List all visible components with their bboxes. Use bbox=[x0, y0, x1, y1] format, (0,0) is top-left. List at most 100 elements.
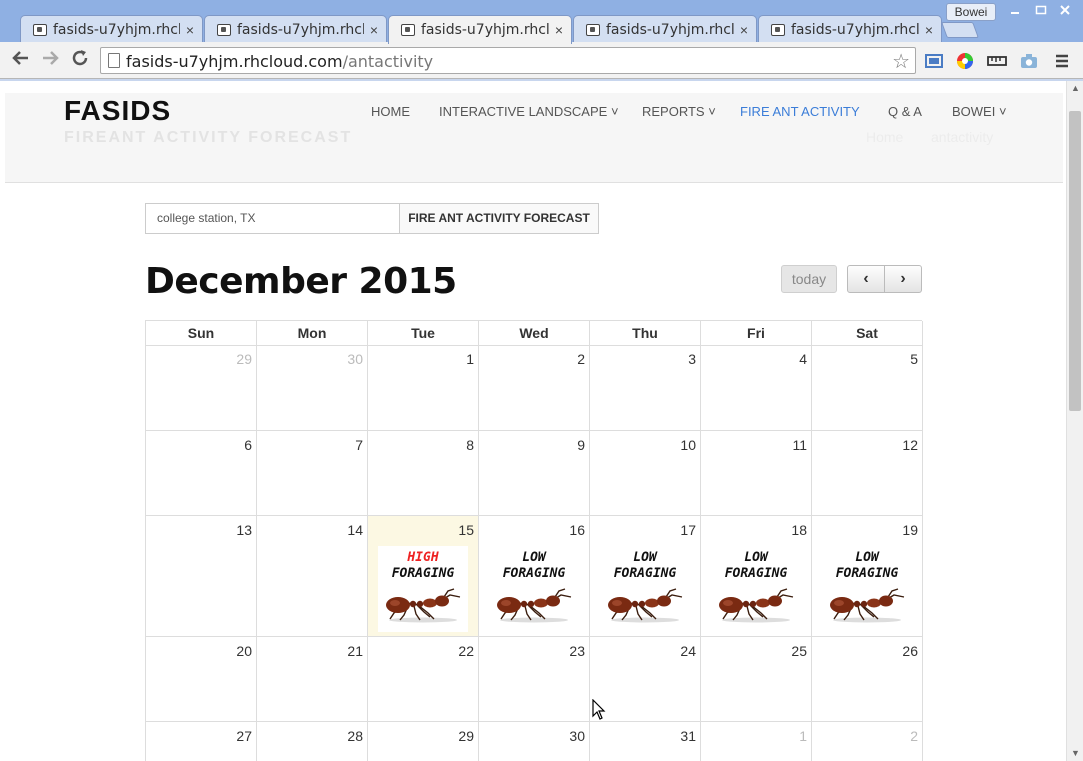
scroll-up-icon[interactable]: ▲ bbox=[1071, 83, 1080, 93]
tab-close-icon[interactable]: × bbox=[925, 22, 933, 38]
minimize-icon[interactable] bbox=[1004, 4, 1026, 21]
calendar-day[interactable]: 1 bbox=[701, 722, 812, 761]
calendar-day[interactable]: 28 bbox=[257, 722, 368, 761]
browser-tab-active[interactable]: fasids-u7yhjm.rhclo × bbox=[388, 15, 572, 44]
calendar-day[interactable]: 29 bbox=[368, 722, 479, 761]
tab-close-icon[interactable]: × bbox=[370, 22, 378, 38]
fire-ant-icon bbox=[830, 588, 905, 623]
calendar-day[interactable]: 20 bbox=[146, 637, 257, 722]
nav-home[interactable]: HOME bbox=[371, 104, 410, 119]
page-icon bbox=[108, 53, 120, 68]
today-button[interactable]: today bbox=[781, 265, 837, 293]
browser-tab-2[interactable]: fasids-u7yhjm.rhclo × bbox=[204, 15, 387, 43]
calendar-day[interactable]: 30 bbox=[479, 722, 590, 761]
next-month-button[interactable]: › bbox=[884, 265, 922, 293]
calendar-day[interactable]: 13 bbox=[146, 516, 257, 637]
nav-interactive-landscape[interactable]: INTERACTIVE LANDSCAPE ˅ bbox=[439, 104, 619, 119]
day-number: 5 bbox=[910, 351, 918, 367]
color-wheel-icon[interactable] bbox=[954, 50, 976, 72]
day-number: 2 bbox=[577, 351, 585, 367]
calendar-day[interactable]: 16 LOW FORAGING bbox=[479, 516, 590, 637]
calendar-day[interactable]: 2 bbox=[479, 345, 590, 431]
day-number: 1 bbox=[466, 351, 474, 367]
nav-qa[interactable]: Q & A bbox=[888, 104, 922, 119]
calendar-day[interactable]: 1 bbox=[368, 345, 479, 431]
calendar-day[interactable]: 19 LOW FORAGING bbox=[812, 516, 923, 637]
cast-icon[interactable] bbox=[923, 50, 945, 72]
calendar-day[interactable]: 2 bbox=[812, 722, 923, 761]
caret-down-icon: ˅ bbox=[607, 104, 619, 119]
menu-icon[interactable] bbox=[1051, 50, 1073, 72]
window-close-icon[interactable] bbox=[1054, 4, 1076, 21]
day-number: 17 bbox=[680, 522, 696, 538]
tab-title: fasids-u7yhjm.rhclo bbox=[791, 21, 919, 38]
weekday-label: Sat bbox=[812, 321, 923, 346]
forecast-button[interactable]: FIRE ANT ACTIVITY FORECAST bbox=[399, 203, 599, 234]
day-number: 24 bbox=[680, 643, 696, 659]
back-arrow-icon[interactable] bbox=[9, 48, 33, 72]
bookmark-star-icon[interactable]: ☆ bbox=[892, 49, 910, 74]
calendar-day[interactable]: 10 bbox=[590, 431, 701, 516]
maximize-icon[interactable] bbox=[1030, 4, 1052, 21]
breadcrumb-home[interactable]: Home bbox=[866, 129, 903, 145]
foraging-forecast-event[interactable]: LOW FORAGING bbox=[711, 546, 801, 632]
calendar-day[interactable]: 27 bbox=[146, 722, 257, 761]
calendar-day[interactable]: 6 bbox=[146, 431, 257, 516]
calendar-day[interactable]: 4 bbox=[701, 345, 812, 431]
calendar-day[interactable]: 12 bbox=[812, 431, 923, 516]
calendar-day[interactable]: 25 bbox=[701, 637, 812, 722]
nav-fire-ant-activity[interactable]: FIRE ANT ACTIVITY bbox=[740, 104, 860, 119]
reload-icon[interactable] bbox=[68, 48, 92, 72]
calendar-day[interactable]: 26 bbox=[812, 637, 923, 722]
calendar-day[interactable]: 29 bbox=[146, 345, 257, 431]
calendar-day[interactable]: 22 bbox=[368, 637, 479, 722]
calendar-day[interactable]: 7 bbox=[257, 431, 368, 516]
calendar-day[interactable]: 5 bbox=[812, 345, 923, 431]
site-logo[interactable]: FASIDS bbox=[64, 95, 171, 127]
scroll-thumb[interactable] bbox=[1069, 111, 1081, 411]
day-number: 25 bbox=[791, 643, 807, 659]
browser-tab-5[interactable]: fasids-u7yhjm.rhclo × bbox=[758, 15, 942, 43]
browser-tab-4[interactable]: fasids-u7yhjm.rhclo × bbox=[573, 15, 757, 43]
calendar-day-today[interactable]: 15 HIGH FORAGING bbox=[368, 516, 479, 637]
prev-month-button[interactable]: ‹ bbox=[847, 265, 885, 293]
camera-icon[interactable] bbox=[1018, 50, 1040, 72]
foraging-forecast-event[interactable]: LOW FORAGING bbox=[489, 546, 579, 632]
calendar-day[interactable]: 23 bbox=[479, 637, 590, 722]
calendar-day[interactable]: 21 bbox=[257, 637, 368, 722]
foraging-forecast-event[interactable]: HIGH FORAGING bbox=[378, 546, 468, 632]
calendar-day[interactable]: 30 bbox=[257, 345, 368, 431]
caret-down-icon: ˅ bbox=[995, 104, 1007, 119]
web-page: FASIDS FIREANT ACTIVITY FORECAST HOME IN… bbox=[0, 81, 1066, 761]
calendar-day[interactable]: 8 bbox=[368, 431, 479, 516]
nav-user-bowei[interactable]: BOWEI ˅ bbox=[952, 104, 1007, 119]
calendar-day[interactable]: 18 LOW FORAGING bbox=[701, 516, 812, 637]
calendar-day[interactable]: 17 LOW FORAGING bbox=[590, 516, 701, 637]
page-scrollbar[interactable]: ▲ ▼ bbox=[1066, 81, 1083, 761]
activity-text: FORAGING bbox=[391, 566, 455, 581]
nav-reports[interactable]: REPORTS ˅ bbox=[642, 104, 716, 119]
calendar-day[interactable]: 9 bbox=[479, 431, 590, 516]
new-tab-button[interactable] bbox=[941, 22, 979, 38]
location-input[interactable]: college station, TX bbox=[145, 203, 400, 234]
scroll-down-icon[interactable]: ▼ bbox=[1071, 748, 1080, 758]
foraging-forecast-event[interactable]: LOW FORAGING bbox=[600, 546, 690, 632]
day-number: 14 bbox=[347, 522, 363, 538]
profile-button[interactable]: Bowei bbox=[946, 3, 996, 21]
forward-arrow-icon[interactable] bbox=[38, 48, 62, 72]
tab-close-icon[interactable]: × bbox=[186, 22, 194, 38]
tab-close-icon[interactable]: × bbox=[740, 22, 748, 38]
tab-close-icon[interactable]: × bbox=[555, 22, 563, 38]
calendar-day[interactable]: 3 bbox=[590, 345, 701, 431]
activity-text: FORAGING bbox=[724, 566, 788, 581]
ruler-icon[interactable] bbox=[986, 50, 1008, 72]
calendar-day[interactable]: 14 bbox=[257, 516, 368, 637]
weekday-label: Sun bbox=[146, 321, 257, 346]
calendar-day[interactable]: 11 bbox=[701, 431, 812, 516]
calendar-day[interactable]: 24 bbox=[590, 637, 701, 722]
calendar-week-row: 29 30 1 2 3 4 5 bbox=[145, 345, 923, 431]
foraging-forecast-event[interactable]: LOW FORAGING bbox=[822, 546, 912, 632]
browser-tab-1[interactable]: fasids-u7yhjm.rhclo × bbox=[20, 15, 203, 43]
calendar-day[interactable]: 31 bbox=[590, 722, 701, 761]
address-bar[interactable]: fasids-u7yhjm.rhcloud.com/antactivity ☆ bbox=[100, 47, 916, 74]
